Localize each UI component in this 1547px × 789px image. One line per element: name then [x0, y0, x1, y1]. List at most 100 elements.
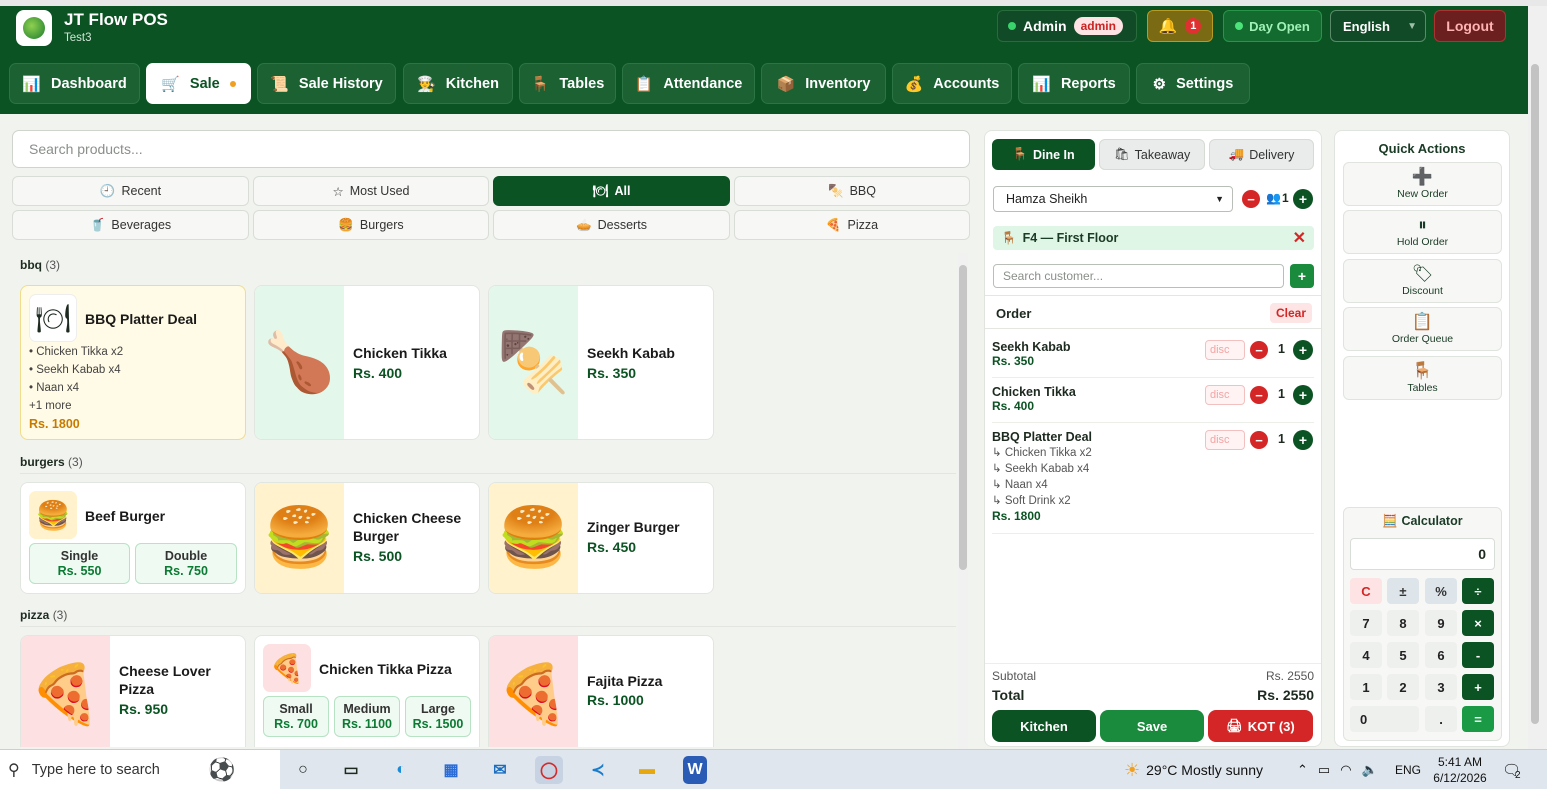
- calc-key-minus[interactable]: -: [1462, 642, 1494, 668]
- category-beverages[interactable]: 🥤 Beverages: [12, 210, 249, 240]
- qty-increment-button[interactable]: +: [1293, 340, 1313, 360]
- variant-single-button[interactable]: Single Rs. 550: [29, 543, 130, 584]
- scrollbar-thumb[interactable]: [1531, 64, 1539, 724]
- category-desserts[interactable]: 🥧 Desserts: [493, 210, 730, 240]
- variant-small-button[interactable]: Small Rs. 700: [263, 696, 329, 737]
- hold-order-button[interactable]: ⏸ Hold Order: [1343, 210, 1502, 254]
- discount-button[interactable]: 🏷 Discount: [1343, 259, 1502, 303]
- variant-medium-button[interactable]: Medium Rs. 1100: [334, 696, 400, 737]
- add-customer-button[interactable]: +: [1290, 264, 1314, 288]
- weather-widget[interactable]: ☀ 29°C Mostly sunny: [1124, 750, 1263, 789]
- guest-decrement-button[interactable]: −: [1242, 190, 1260, 208]
- order-type-dine-in[interactable]: 🪑 Dine In: [992, 139, 1095, 170]
- system-tray-icons[interactable]: ⌃ ▭ ◠ 🔈: [1297, 750, 1378, 789]
- calc-key-4[interactable]: 4: [1350, 642, 1382, 668]
- item-discount-input[interactable]: disc: [1205, 340, 1245, 360]
- category-bbq[interactable]: 🍢 BBQ: [734, 176, 970, 206]
- tab-sale-history[interactable]: 📜 Sale History: [257, 63, 396, 104]
- notification-center-button[interactable]: 🗨 2: [1502, 750, 1521, 789]
- new-order-button[interactable]: ➕ New Order: [1343, 162, 1502, 206]
- edge-icon[interactable]: ◐: [387, 756, 415, 784]
- qty-increment-button[interactable]: +: [1293, 385, 1313, 405]
- order-type-delivery[interactable]: 🚚 Delivery: [1209, 139, 1314, 170]
- calc-key-percent[interactable]: %: [1425, 578, 1457, 604]
- tab-kitchen[interactable]: 👨‍🍳 Kitchen: [403, 63, 513, 104]
- day-status-button[interactable]: Day Open: [1223, 10, 1322, 42]
- window-scrollbar[interactable]: [1528, 6, 1547, 749]
- calc-key-6[interactable]: 6: [1425, 642, 1457, 668]
- product-card-chicken-tikka-pizza[interactable]: 🍕 Chicken Tikka Pizza Small Rs. 700 Mediu…: [254, 635, 480, 747]
- qty-increment-button[interactable]: +: [1293, 430, 1313, 450]
- notifications-button[interactable]: 🔔 1: [1147, 10, 1213, 42]
- order-queue-button[interactable]: 📋 Order Queue: [1343, 307, 1502, 351]
- scrollbar-thumb[interactable]: [959, 265, 967, 570]
- guest-increment-button[interactable]: +: [1293, 189, 1313, 209]
- calc-key-clear[interactable]: C: [1350, 578, 1382, 604]
- word-icon[interactable]: W: [683, 756, 707, 784]
- calc-key-equals[interactable]: =: [1462, 706, 1494, 732]
- calc-key-0[interactable]: 0: [1350, 706, 1419, 732]
- calc-key-2[interactable]: 2: [1387, 674, 1419, 700]
- variant-large-button[interactable]: Large Rs. 1500: [405, 696, 471, 737]
- tab-inventory[interactable]: 📦 Inventory: [761, 63, 886, 104]
- clock[interactable]: 5:41 AM 6/12/2026: [1430, 750, 1490, 789]
- qty-decrement-button[interactable]: −: [1250, 431, 1268, 449]
- category-recent[interactable]: 🕘 Recent: [12, 176, 249, 206]
- product-card-fajita-pizza[interactable]: 🍕 Fajita Pizza Rs. 1000: [488, 635, 714, 747]
- outlook-icon[interactable]: ✉: [486, 756, 514, 784]
- product-card-seekh-kabab[interactable]: 🍢 Seekh Kabab Rs. 350: [488, 285, 714, 440]
- opera-icon[interactable]: ◯: [535, 756, 563, 784]
- tables-button[interactable]: 🪑 Tables: [1343, 356, 1502, 400]
- waiter-select[interactable]: Hamza Sheikh ▼: [993, 186, 1233, 212]
- tab-sale[interactable]: 🛒 Sale: [146, 63, 251, 104]
- item-discount-input[interactable]: disc: [1205, 385, 1245, 405]
- category-burgers[interactable]: 🍔 Burgers: [253, 210, 489, 240]
- product-card-chicken-tikka[interactable]: 🍗 Chicken Tikka Rs. 400: [254, 285, 480, 440]
- calc-key-3[interactable]: 3: [1425, 674, 1457, 700]
- taskbar-search[interactable]: ⚲ Type here to search ⚽: [0, 750, 280, 789]
- order-type-takeaway[interactable]: 🛍 Takeaway: [1099, 139, 1205, 170]
- kot-button[interactable]: 🖨 KOT (3): [1208, 710, 1313, 742]
- tab-settings[interactable]: ⚙ Settings: [1136, 63, 1250, 104]
- product-card-beef-burger[interactable]: 🍔 Beef Burger Single Rs. 550 Double Rs. 75…: [20, 482, 246, 594]
- tab-dashboard[interactable]: 📊 Dashboard: [9, 63, 140, 104]
- calc-key-7[interactable]: 7: [1350, 610, 1382, 636]
- task-view-icon[interactable]: ▭: [337, 756, 365, 784]
- tab-attendance[interactable]: 📋 Attendance: [622, 63, 755, 104]
- product-scrollbar[interactable]: [958, 253, 968, 749]
- file-explorer-icon[interactable]: ▬: [633, 756, 661, 784]
- user-badge[interactable]: Admin admin: [997, 10, 1137, 42]
- logout-button[interactable]: Logout: [1434, 10, 1506, 42]
- store-icon[interactable]: ▦: [437, 756, 465, 784]
- clear-order-button[interactable]: Clear: [1269, 303, 1312, 323]
- product-card-chicken-cheese-burger[interactable]: 🍔 Chicken Cheese Burger Rs. 500: [254, 482, 480, 594]
- calc-key-9[interactable]: 9: [1425, 610, 1457, 636]
- calc-key-sign[interactable]: ±: [1387, 578, 1419, 604]
- product-card-cheese-lover-pizza[interactable]: 🍕 Cheese Lover Pizza Rs. 950: [20, 635, 246, 747]
- calc-key-plus[interactable]: +: [1462, 674, 1494, 700]
- save-button[interactable]: Save: [1100, 710, 1204, 742]
- product-card-bbq-platter-deal[interactable]: 🍽 BBQ Platter Deal • Chicken Tikka x2 • …: [20, 285, 246, 440]
- qty-decrement-button[interactable]: −: [1250, 341, 1268, 359]
- item-discount-input[interactable]: disc: [1205, 430, 1245, 450]
- tab-reports[interactable]: 📊 Reports: [1018, 63, 1130, 104]
- product-search-input[interactable]: Search products...: [12, 130, 970, 168]
- input-language[interactable]: ENG: [1395, 750, 1421, 789]
- cortana-icon[interactable]: ○: [289, 756, 317, 784]
- qty-decrement-button[interactable]: −: [1250, 386, 1268, 404]
- category-pizza[interactable]: 🍕 Pizza: [734, 210, 970, 240]
- language-select[interactable]: English ▼: [1330, 10, 1426, 42]
- calc-key-8[interactable]: 8: [1387, 610, 1419, 636]
- customer-search-input[interactable]: Search customer...: [993, 264, 1284, 288]
- calc-key-multiply[interactable]: ×: [1462, 610, 1494, 636]
- tab-accounts[interactable]: 💰 Accounts: [892, 63, 1012, 104]
- calc-key-divide[interactable]: ÷: [1462, 578, 1494, 604]
- product-card-zinger-burger[interactable]: 🍔 Zinger Burger Rs. 450: [488, 482, 714, 594]
- calc-key-decimal[interactable]: .: [1425, 706, 1457, 732]
- kitchen-button[interactable]: Kitchen: [992, 710, 1096, 742]
- tab-tables[interactable]: 🪑 Tables: [519, 63, 616, 104]
- calc-key-5[interactable]: 5: [1387, 642, 1419, 668]
- category-all[interactable]: 🍽 All: [493, 176, 730, 206]
- category-most-used[interactable]: ☆ Most Used: [253, 176, 489, 206]
- variant-double-button[interactable]: Double Rs. 750: [135, 543, 237, 584]
